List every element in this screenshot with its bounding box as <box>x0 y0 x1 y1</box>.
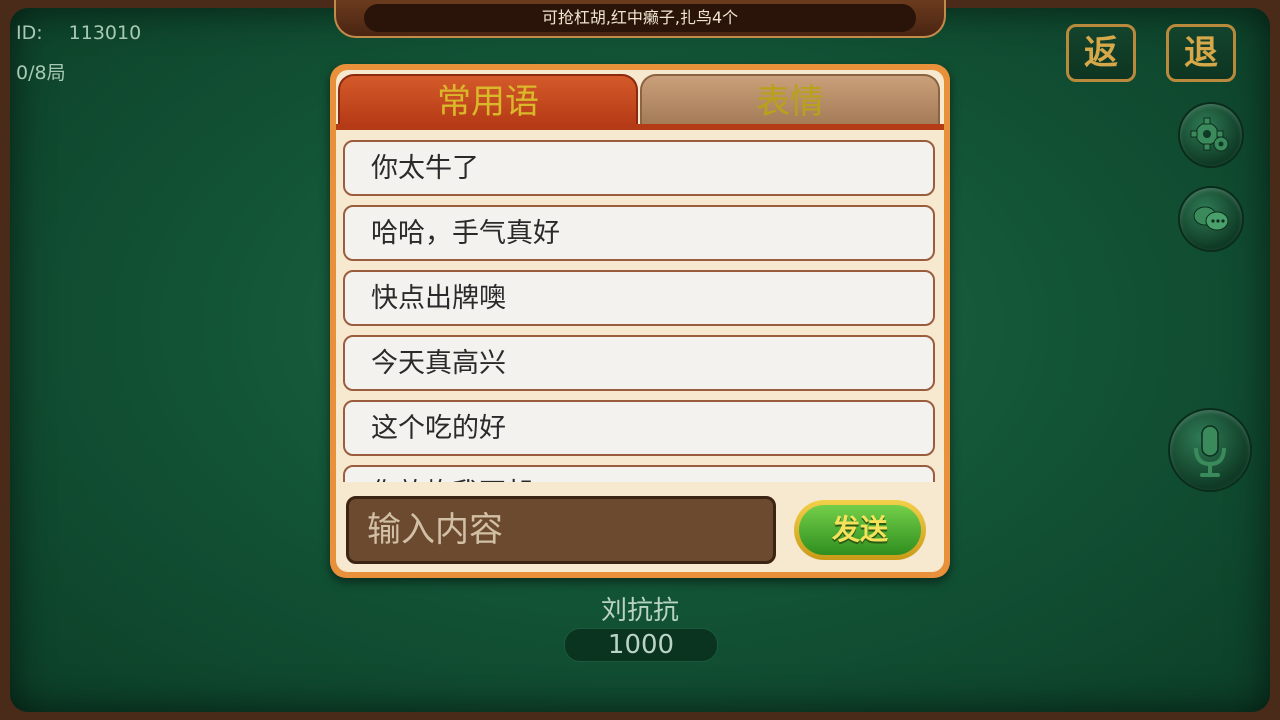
gear-icon <box>1190 117 1229 152</box>
phrase-item[interactable]: 这个吃的好 <box>343 400 935 456</box>
chat-bubbles-icon <box>1193 206 1229 231</box>
exit-button[interactable]: 退 <box>1166 24 1236 82</box>
phrase-item[interactable]: 哈哈，手气真好 <box>343 205 935 261</box>
player-score: 1000 <box>564 628 718 662</box>
chat-button[interactable] <box>1180 188 1242 250</box>
phrase-item[interactable]: 你放炮我不胡 <box>343 465 935 482</box>
chat-panel-body: 常用语 表情 你太牛了 哈哈，手气真好 快点出牌噢 今天真高兴 这个吃的好 你放… <box>336 70 944 572</box>
back-button[interactable]: 返 <box>1066 24 1136 82</box>
phrase-list[interactable]: 你太牛了 哈哈，手气真好 快点出牌噢 今天真高兴 这个吃的好 你放炮我不胡 <box>336 134 944 482</box>
voice-button[interactable] <box>1170 410 1250 490</box>
chat-panel: 常用语 表情 你太牛了 哈哈，手气真好 快点出牌噢 今天真高兴 这个吃的好 你放… <box>330 64 950 578</box>
phrase-item[interactable]: 快点出牌噢 <box>343 270 935 326</box>
player-name: 刘抗抗 <box>600 596 679 626</box>
settings-button[interactable] <box>1180 104 1242 166</box>
room-id-value: 113010 <box>68 22 142 44</box>
tab-divider <box>336 124 944 130</box>
rule-text: 可抢杠胡,红中癞子,扎鸟4个 <box>364 4 916 32</box>
chat-input[interactable]: 输入内容 <box>346 496 776 564</box>
phrase-item[interactable]: 今天真高兴 <box>343 335 935 391</box>
send-button-label: 发送 <box>799 505 921 555</box>
room-id: ID: 113010 <box>16 22 141 44</box>
phrase-item[interactable]: 你太牛了 <box>343 140 935 196</box>
tab-emoticons[interactable]: 表情 <box>640 74 940 126</box>
room-id-label: ID: <box>16 22 43 44</box>
send-button[interactable]: 发送 <box>794 500 926 560</box>
round-progress: 0/8局 <box>16 62 66 84</box>
microphone-icon <box>1194 425 1226 477</box>
tab-common-phrases[interactable]: 常用语 <box>338 74 638 126</box>
